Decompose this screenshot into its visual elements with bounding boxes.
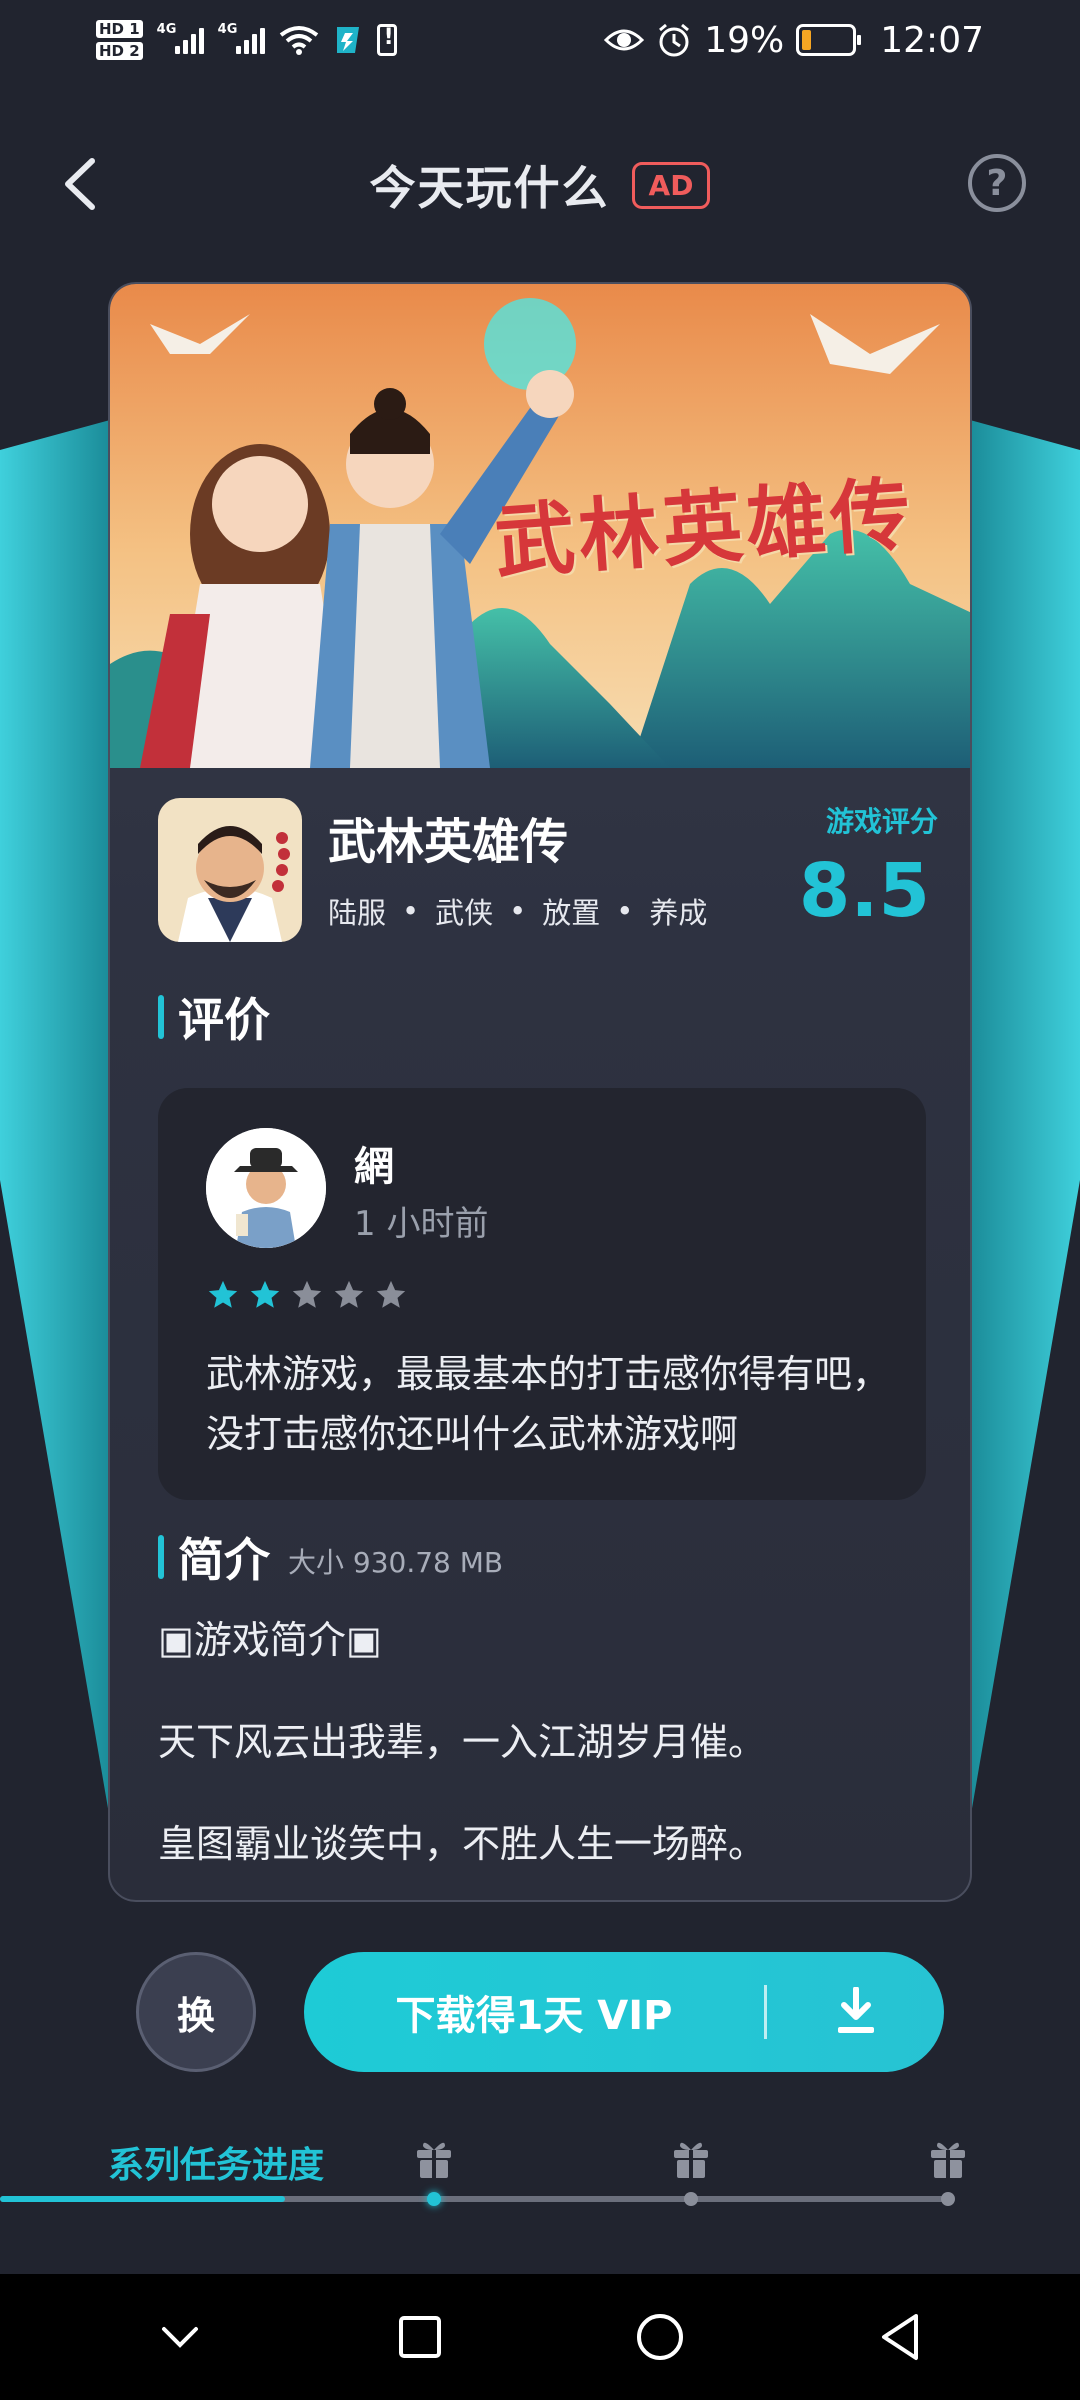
signal-icon-2: 4G bbox=[218, 22, 265, 54]
gift-icon[interactable] bbox=[670, 2136, 712, 2180]
game-banner[interactable]: 武林英雄传 bbox=[110, 284, 970, 768]
reviewer-name: 網 bbox=[354, 1144, 394, 1190]
nav-home-button[interactable] bbox=[620, 2297, 700, 2377]
progress-milestone bbox=[427, 2192, 441, 2206]
tag-separator: • bbox=[616, 894, 634, 928]
swap-label: 换 bbox=[176, 1993, 215, 2038]
network-type-2: 4G bbox=[217, 22, 238, 37]
tag-item: 养成 bbox=[649, 896, 708, 930]
hd-indicator: HD 1 HD 2 bbox=[96, 20, 143, 60]
battery-percent: 19% bbox=[704, 19, 785, 61]
avatar[interactable] bbox=[206, 1128, 326, 1248]
intro-text: ▣游戏简介▣ 天下风云出我辈，一入江湖岁月催。 皇图霸业谈笑中，不胜人生一场醉。 bbox=[158, 1614, 938, 1900]
download-icon bbox=[837, 1987, 874, 2033]
section-accent-bar bbox=[158, 995, 164, 1039]
header: 今天玩什么 AD ? bbox=[0, 140, 1080, 230]
swap-button[interactable]: 换 bbox=[136, 1952, 256, 2072]
status-left: HD 1 HD 2 4G 4G bbox=[96, 20, 397, 60]
download-size: 大小 930.78 MB bbox=[288, 1546, 504, 1579]
hd2-badge: HD 2 bbox=[96, 42, 143, 60]
tag-item: 放置 bbox=[542, 896, 601, 930]
page-title: 今天玩什么 bbox=[369, 161, 610, 215]
intro-section-header: 简介 大小 930.78 MB bbox=[158, 1524, 503, 1590]
game-info: 武林英雄传 陆服 • 武侠 • 放置 • 养成 游戏评分 8.5 bbox=[158, 798, 938, 948]
wifi-icon bbox=[279, 26, 318, 55]
intro-section-title: 简介 bbox=[178, 1533, 270, 1587]
progress-label: 系列任务进度 bbox=[108, 2145, 325, 2186]
game-tags: 陆服 • 武侠 • 放置 • 养成 bbox=[328, 890, 707, 932]
star-icon bbox=[208, 1280, 238, 1308]
help-icon: ? bbox=[986, 162, 1008, 204]
star-icon bbox=[334, 1280, 364, 1308]
header-title-group: 今天玩什么 AD bbox=[0, 140, 1080, 230]
tag-item: 武侠 bbox=[435, 896, 494, 930]
review-section-title: 评价 bbox=[178, 993, 270, 1047]
status-bar: HD 1 HD 2 4G 4G ! 19% 12:07 bbox=[0, 0, 1080, 80]
review-time: 1 小时前 bbox=[354, 1204, 489, 1244]
chevron-down-icon bbox=[162, 2327, 198, 2348]
star-icon bbox=[292, 1280, 322, 1308]
star-icon bbox=[376, 1280, 406, 1308]
circle-icon bbox=[637, 2314, 683, 2360]
battery-icon bbox=[796, 24, 862, 56]
signal-icon: 4G bbox=[157, 22, 204, 54]
battery-alert-icon bbox=[376, 24, 397, 56]
download-icon-wrap bbox=[767, 1987, 944, 2037]
intro-paragraph: 皇图霸业谈笑中，不胜人生一场醉。 bbox=[158, 1822, 767, 1866]
nav-back-button[interactable] bbox=[860, 2297, 940, 2377]
progress-fill bbox=[0, 2196, 285, 2202]
gift-icon[interactable] bbox=[927, 2136, 969, 2180]
review-card: 網 1 小时前 武林游戏，最最基本的打击感你得有吧，没打击感你还叫什么武林游戏啊 bbox=[158, 1088, 926, 1500]
game-icon[interactable] bbox=[158, 798, 302, 942]
square-icon bbox=[399, 2316, 441, 2358]
tag-item: 陆服 bbox=[328, 896, 387, 930]
progress-milestone bbox=[684, 2192, 698, 2206]
game-name: 武林英雄传 bbox=[328, 814, 569, 870]
alarm-icon bbox=[659, 23, 690, 57]
intro-paragraph: 天下风云出我辈，一入江湖岁月催。 bbox=[158, 1720, 767, 1764]
app-notification-icon bbox=[336, 27, 359, 53]
game-card: 武林英雄传 武林英雄传 陆服 • 武侠 • 放置 • 养成 游戏评分 8.5 评… bbox=[108, 282, 972, 1902]
score-label: 游戏评分 bbox=[825, 805, 938, 838]
section-accent-bar bbox=[158, 1535, 164, 1579]
help-button[interactable]: ? bbox=[968, 154, 1026, 212]
review-section-header: 评价 bbox=[158, 984, 270, 1050]
ad-badge: AD bbox=[631, 161, 711, 209]
intro-heading: ▣游戏简介▣ bbox=[158, 1618, 382, 1662]
status-right: 19% 12:07 bbox=[604, 20, 984, 61]
avatar-image bbox=[206, 1128, 326, 1248]
nav-collapse-button[interactable] bbox=[140, 2297, 220, 2377]
star-icon bbox=[250, 1280, 280, 1308]
download-button[interactable]: 下载得1天 VIP bbox=[304, 1952, 944, 2072]
clock: 12:07 bbox=[880, 19, 984, 61]
system-nav-bar bbox=[0, 2274, 1080, 2400]
game-icon-art bbox=[158, 798, 302, 942]
triangle-back-icon bbox=[882, 2314, 918, 2360]
progress-milestone bbox=[941, 2192, 955, 2206]
rating-stars bbox=[206, 1278, 408, 1312]
gift-icon[interactable] bbox=[413, 2136, 455, 2180]
review-text: 武林游戏，最最基本的打击感你得有吧，没打击感你还叫什么武林游戏啊 bbox=[206, 1352, 891, 1456]
eye-icon bbox=[604, 29, 645, 51]
tag-separator: • bbox=[402, 894, 420, 928]
score-value: 8.5 bbox=[798, 848, 930, 934]
download-label: 下载得1天 VIP bbox=[395, 1993, 673, 2039]
tag-separator: • bbox=[509, 894, 527, 928]
hd1-badge: HD 1 bbox=[96, 20, 143, 38]
network-type: 4G bbox=[156, 22, 177, 37]
nav-recents-button[interactable] bbox=[380, 2297, 460, 2377]
